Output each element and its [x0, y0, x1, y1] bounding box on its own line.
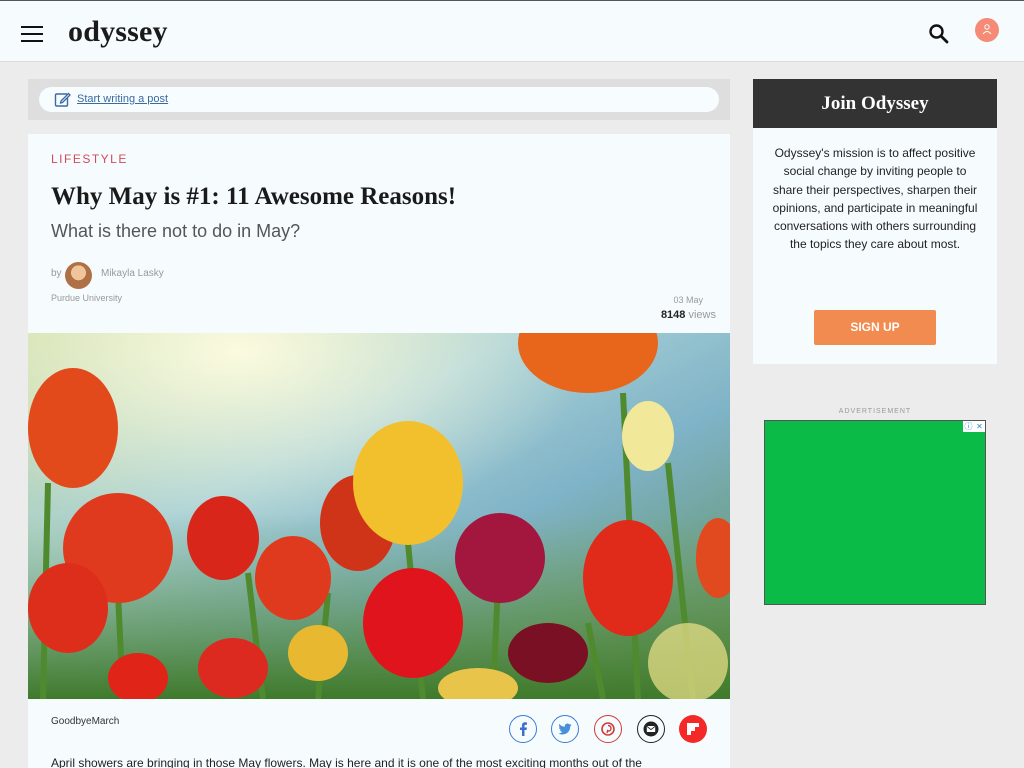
share-email-button[interactable] — [637, 715, 665, 743]
user-icon — [982, 24, 992, 35]
start-writing-link[interactable]: Start writing a post — [77, 93, 168, 105]
article-card: LIFESTYLE Why May is #1: 11 Awesome Reas… — [28, 134, 730, 768]
view-count: 8148 views — [661, 309, 716, 321]
share-pinterest-button[interactable] — [594, 715, 622, 743]
write-post-bar: Start writing a post — [28, 79, 730, 120]
advertisement-label: ADVERTISEMENT — [838, 408, 912, 415]
flipboard-icon — [687, 723, 699, 735]
by-label: by — [51, 268, 62, 279]
join-mission-text: Odyssey's mission is to affect positive … — [772, 146, 978, 252]
site-logo[interactable]: odyssey — [68, 15, 168, 49]
share-flipboard-button[interactable] — [679, 715, 707, 743]
share-facebook-button[interactable] — [509, 715, 537, 743]
photo-credit: GoodbyeMarch — [51, 716, 120, 727]
facebook-icon — [520, 722, 527, 736]
twitter-icon — [558, 723, 572, 735]
article-category[interactable]: LIFESTYLE — [51, 152, 128, 166]
ad-choices-controls: ⓘ ✕ — [963, 421, 985, 432]
view-count-label: views — [688, 309, 716, 321]
ad-close-icon[interactable]: ✕ — [974, 421, 985, 432]
publish-date: 03 May — [673, 295, 703, 305]
author-avatar[interactable] — [65, 262, 92, 289]
join-title: Join Odyssey — [753, 79, 997, 128]
user-avatar-button[interactable] — [975, 18, 999, 42]
join-odyssey-widget: Join Odyssey Odyssey's mission is to aff… — [753, 79, 997, 364]
article-body-first-line: April showers are bringing in those May … — [51, 756, 642, 768]
share-twitter-button[interactable] — [551, 715, 579, 743]
view-count-number: 8148 — [660, 309, 686, 321]
pinterest-icon — [601, 722, 615, 736]
email-icon — [643, 721, 659, 737]
author-school: Purdue University — [51, 293, 123, 303]
top-navigation-bar: odyssey — [0, 0, 1024, 62]
hero-image-tulips — [28, 333, 730, 699]
menu-icon[interactable] — [21, 26, 43, 42]
advertisement-box[interactable]: ⓘ ✕ — [764, 420, 986, 605]
sign-up-button[interactable]: SIGN UP — [814, 310, 936, 345]
article-title: Why May is #1: 11 Awesome Reasons! — [51, 183, 457, 210]
edit-icon — [54, 92, 71, 107]
write-post-pill[interactable]: Start writing a post — [39, 87, 719, 112]
ad-info-icon[interactable]: ⓘ — [963, 421, 974, 432]
article-subtitle: What is there not to do in May? — [51, 221, 301, 241]
author-name[interactable]: Mikayla Lasky — [101, 268, 164, 279]
search-icon[interactable] — [928, 23, 950, 45]
